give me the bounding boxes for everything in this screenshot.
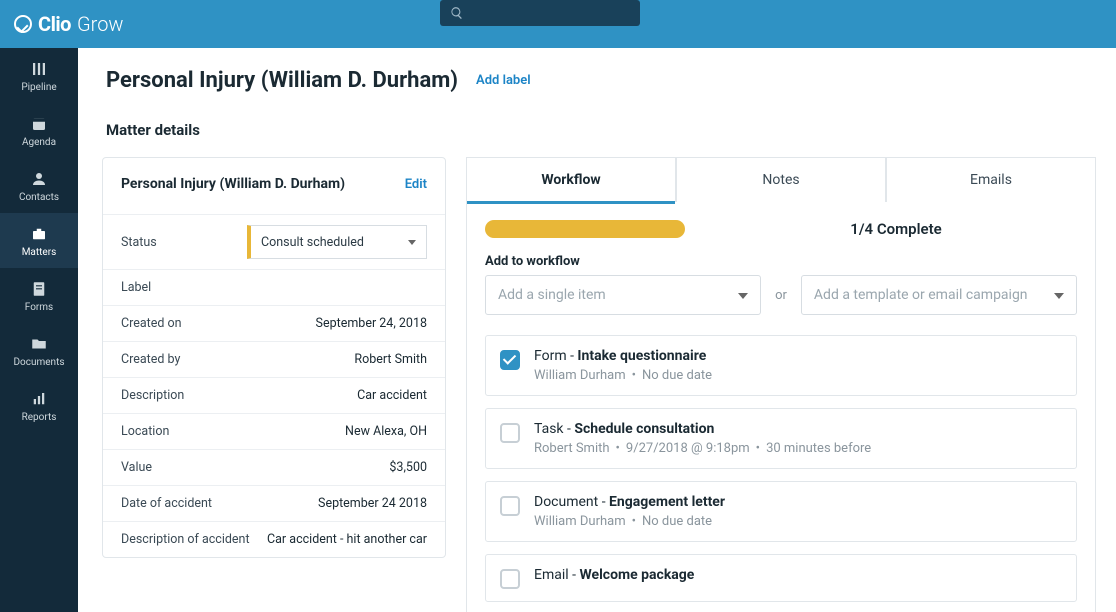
workflow-checkbox[interactable] bbox=[500, 496, 520, 516]
detail-label: Location bbox=[121, 424, 169, 439]
section-title: Matter details bbox=[78, 93, 1116, 149]
add-single-placeholder: Add a single item bbox=[498, 287, 606, 303]
workflow-item-meta: Robert Smith9/27/2018 @ 9:18pm30 minutes… bbox=[534, 441, 1062, 456]
workflow-item: Email - Welcome package bbox=[485, 554, 1077, 602]
pipeline-icon bbox=[30, 60, 48, 78]
detail-row: Description of accident Car accident - hi… bbox=[103, 521, 445, 557]
briefcase-icon bbox=[30, 225, 48, 243]
sidebar-item-documents[interactable]: Documents bbox=[0, 323, 78, 378]
tab-notes[interactable]: Notes bbox=[676, 157, 886, 202]
sidebar-item-label: Reports bbox=[22, 412, 57, 423]
detail-row: Date of accident September 24 2018 bbox=[103, 485, 445, 521]
add-label-link[interactable]: Add label bbox=[476, 73, 531, 88]
workflow-item-title: Task - Schedule consultation bbox=[534, 421, 1062, 437]
add-to-workflow-label: Add to workflow bbox=[485, 254, 1077, 269]
status-value: Consult scheduled bbox=[261, 235, 364, 250]
or-text: or bbox=[775, 288, 787, 303]
workflow-item: Document - Engagement letter William Durh… bbox=[485, 481, 1077, 542]
status-select[interactable]: Consult scheduled bbox=[247, 225, 427, 259]
sidebar-item-reports[interactable]: Reports bbox=[0, 378, 78, 433]
add-single-item-select[interactable]: Add a single item bbox=[485, 275, 761, 315]
detail-value: New Alexa, OH bbox=[345, 424, 427, 439]
progress-bar bbox=[485, 220, 685, 238]
workflow-checkbox[interactable] bbox=[500, 569, 520, 589]
detail-value: Robert Smith bbox=[354, 352, 427, 367]
detail-label: Value bbox=[121, 460, 152, 475]
sidebar-item-pipeline[interactable]: Pipeline bbox=[0, 48, 78, 103]
detail-value: September 24, 2018 bbox=[316, 316, 427, 331]
logo-check-icon bbox=[14, 15, 32, 33]
folder-icon bbox=[30, 335, 48, 353]
detail-label: Label bbox=[121, 280, 151, 295]
search-icon bbox=[450, 6, 464, 20]
workflow-checkbox[interactable] bbox=[500, 350, 520, 370]
detail-label: Description of accident bbox=[121, 532, 250, 547]
edit-button[interactable]: Edit bbox=[405, 177, 427, 192]
detail-row: Created by Robert Smith bbox=[103, 341, 445, 377]
user-icon bbox=[30, 170, 48, 188]
logo[interactable]: Clio Grow bbox=[14, 12, 124, 36]
detail-value: Car accident bbox=[357, 388, 427, 403]
calendar-icon bbox=[30, 115, 48, 133]
sidebar-item-contacts[interactable]: Contacts bbox=[0, 158, 78, 213]
search-input[interactable] bbox=[440, 0, 640, 26]
sidebar-item-label: Documents bbox=[13, 357, 64, 368]
tab-workflow[interactable]: Workflow bbox=[466, 157, 676, 202]
chart-icon bbox=[30, 390, 48, 408]
progress-text: 1/4 Complete bbox=[715, 220, 1077, 238]
add-template-select[interactable]: Add a template or email campaign bbox=[801, 275, 1077, 315]
form-icon bbox=[30, 280, 48, 298]
details-card-title: Personal Injury (William D. Durham) bbox=[121, 176, 345, 192]
sidebar-item-agenda[interactable]: Agenda bbox=[0, 103, 78, 158]
workflow-item: Form - Intake questionnaire William Durha… bbox=[485, 335, 1077, 396]
top-bar: Clio Grow bbox=[0, 0, 1116, 48]
sidebar-item-label: Matters bbox=[22, 247, 57, 258]
sidebar-item-label: Forms bbox=[25, 302, 53, 313]
detail-label: Description bbox=[121, 388, 184, 403]
workflow-item-meta: William DurhamNo due date bbox=[534, 514, 1062, 529]
detail-label: Date of accident bbox=[121, 496, 212, 511]
tab-emails[interactable]: Emails bbox=[886, 157, 1096, 202]
detail-label: Created on bbox=[121, 316, 182, 331]
detail-row: Created on September 24, 2018 bbox=[103, 305, 445, 341]
detail-row: Description Car accident bbox=[103, 377, 445, 413]
sidebar-item-matters[interactable]: Matters bbox=[0, 213, 78, 268]
sidebar-item-label: Agenda bbox=[22, 137, 56, 148]
workflow-panel: 1/4 Complete Add to workflow Add a singl… bbox=[466, 202, 1096, 612]
workflow-item-title: Form - Intake questionnaire bbox=[534, 348, 1062, 364]
workflow-item-meta: William DurhamNo due date bbox=[534, 368, 1062, 383]
workflow-checkbox[interactable] bbox=[500, 423, 520, 443]
workflow-item-title: Document - Engagement letter bbox=[534, 494, 1062, 510]
page-title: Personal Injury (William D. Durham) bbox=[106, 68, 458, 93]
detail-value: September 24 2018 bbox=[318, 496, 427, 511]
main-content: Personal Injury (William D. Durham) Add … bbox=[78, 48, 1116, 612]
workflow-item-title: Email - Welcome package bbox=[534, 567, 1062, 583]
sidebar-item-label: Pipeline bbox=[21, 82, 56, 93]
logo-clio-text: Clio bbox=[38, 12, 71, 36]
detail-value: $3,500 bbox=[389, 460, 427, 475]
detail-row: Location New Alexa, OH bbox=[103, 413, 445, 449]
add-template-placeholder: Add a template or email campaign bbox=[814, 287, 1028, 303]
detail-row: Value $3,500 bbox=[103, 449, 445, 485]
logo-grow-text: Grow bbox=[77, 12, 124, 36]
matter-details-card: Personal Injury (William D. Durham) Edit… bbox=[102, 157, 446, 558]
sidebar-item-forms[interactable]: Forms bbox=[0, 268, 78, 323]
sidebar-item-label: Contacts bbox=[19, 192, 59, 203]
tab-bar: WorkflowNotesEmails bbox=[466, 157, 1096, 202]
detail-row: Label bbox=[103, 269, 445, 305]
detail-value: Car accident - hit another car bbox=[267, 532, 427, 547]
detail-label: Created by bbox=[121, 352, 180, 367]
status-label: Status bbox=[121, 235, 157, 250]
sidebar: Pipeline Agenda Contacts Matters Forms Docume… bbox=[0, 48, 78, 612]
workflow-item: Task - Schedule consultation Robert Smith… bbox=[485, 408, 1077, 469]
